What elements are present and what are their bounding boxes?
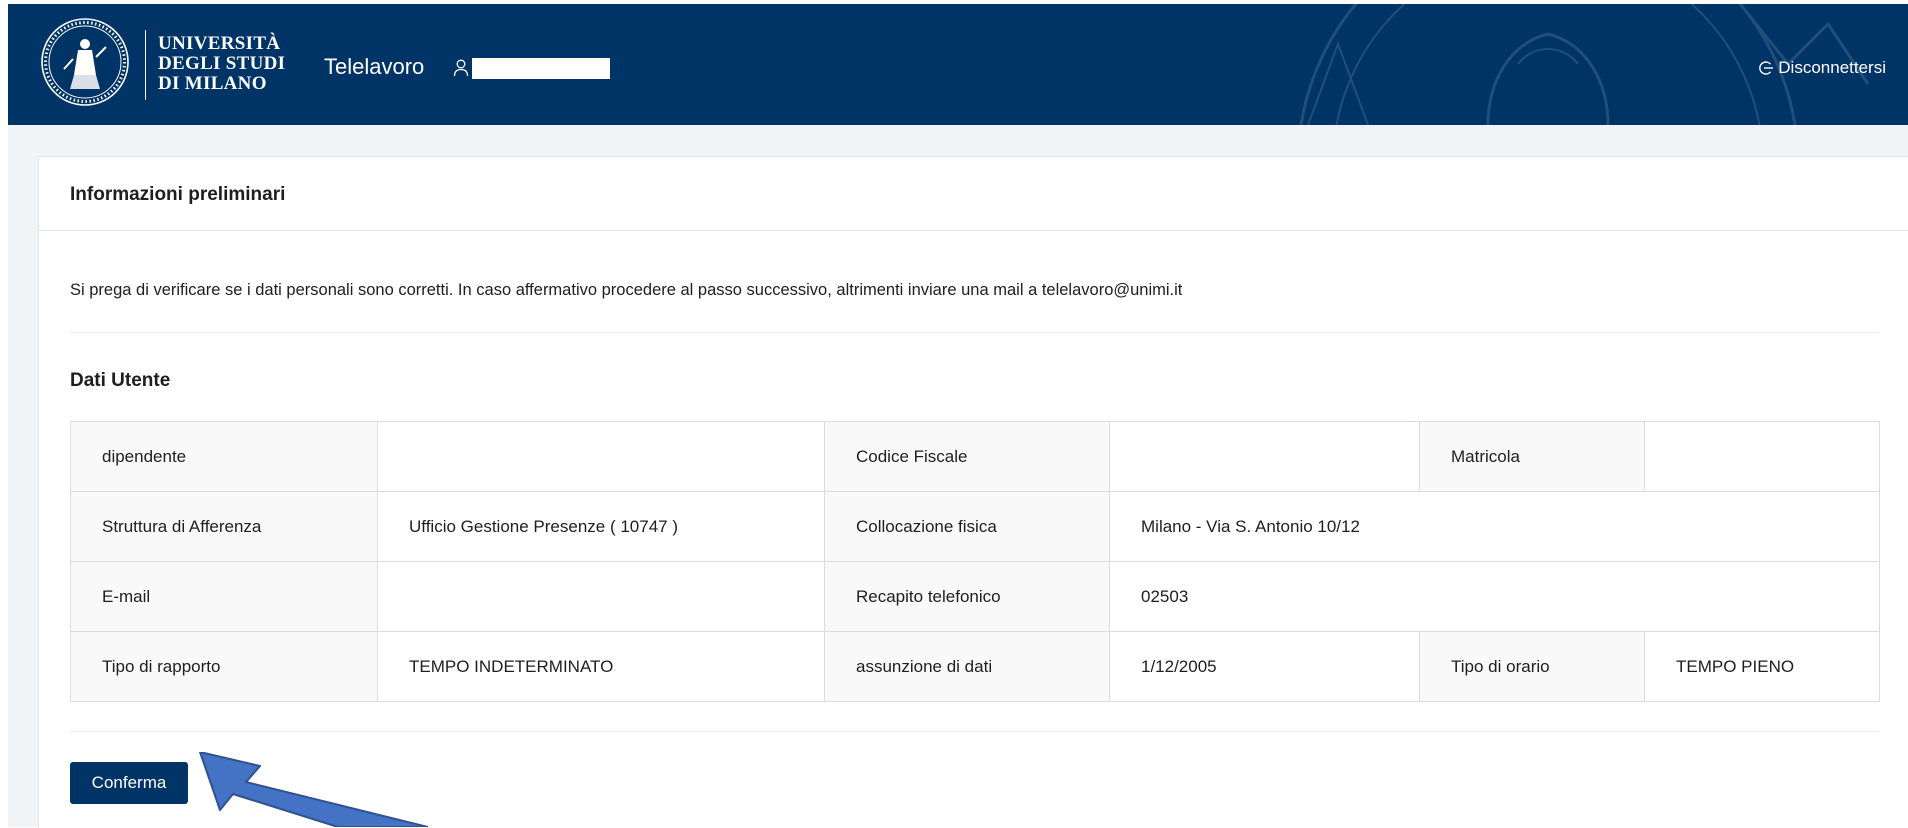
table-row: Struttura di Afferenza Ufficio Gestione …	[70, 491, 1880, 562]
value-struttura: Ufficio Gestione Presenze ( 10747 )	[377, 491, 825, 562]
user-name-redacted	[472, 58, 610, 79]
card-divider	[39, 230, 1908, 231]
preliminary-info-card: Informazioni preliminari Si prega di ver…	[38, 156, 1908, 828]
label-assunzione: assunzione di dati	[824, 631, 1110, 702]
content-divider	[70, 731, 1878, 732]
university-logo-text: UNIVERSITÀ DEGLI STUDI DI MILANO	[158, 34, 285, 94]
user-icon	[453, 59, 469, 77]
label-tipo-orario: Tipo di orario	[1419, 631, 1645, 702]
university-line: UNIVERSITÀ	[158, 33, 281, 54]
logout-link[interactable]: Disconnettersi	[1758, 58, 1886, 78]
value-matricola	[1644, 421, 1880, 492]
app-title[interactable]: Telelavoro	[324, 54, 424, 80]
table-row: dipendente Codice Fiscale Matricola	[70, 421, 1880, 492]
card-title: Informazioni preliminari	[70, 184, 286, 205]
logout-icon	[1759, 61, 1774, 75]
annotation-arrow-icon	[199, 752, 428, 827]
label-email: E-mail	[70, 561, 378, 632]
user-data-table: dipendente Codice Fiscale Matricola Stru…	[70, 421, 1880, 702]
value-codice-fiscale	[1109, 421, 1420, 492]
value-tipo-rapporto: TEMPO INDETERMINATO	[377, 631, 825, 702]
label-tipo-rapporto: Tipo di rapporto	[70, 631, 378, 702]
value-dipendente	[377, 421, 825, 492]
confirm-button[interactable]: Conferma	[70, 762, 188, 804]
label-codice-fiscale: Codice Fiscale	[824, 421, 1110, 492]
content-divider	[70, 332, 1878, 333]
university-line: DI MILANO	[158, 73, 267, 94]
value-email	[377, 561, 825, 632]
logo-divider	[145, 30, 146, 100]
label-struttura: Struttura di Afferenza	[70, 491, 378, 562]
table-row: E-mail Recapito telefonico 02503	[70, 561, 1880, 632]
label-matricola: Matricola	[1419, 421, 1645, 492]
section-title-user-data: Dati Utente	[70, 370, 171, 391]
intro-text: Si prega di verificare se i dati persona…	[70, 281, 1183, 299]
label-collocazione: Collocazione fisica	[824, 491, 1110, 562]
logout-label: Disconnettersi	[1778, 58, 1886, 77]
value-collocazione: Milano - Via S. Antonio 10/12	[1109, 491, 1880, 562]
value-tipo-orario: TEMPO PIENO	[1644, 631, 1880, 702]
top-header: UNIVERSITÀ DEGLI STUDI DI MILANO Telelav…	[8, 4, 1908, 125]
university-seal-icon	[41, 18, 129, 106]
label-dipendente: dipendente	[70, 421, 378, 492]
label-recapito: Recapito telefonico	[824, 561, 1110, 632]
table-row: Tipo di rapporto TEMPO INDETERMINATO ass…	[70, 631, 1880, 702]
value-recapito: 02503	[1109, 561, 1880, 632]
value-assunzione: 1/12/2005	[1109, 631, 1420, 702]
university-line: DEGLI STUDI	[158, 53, 286, 74]
